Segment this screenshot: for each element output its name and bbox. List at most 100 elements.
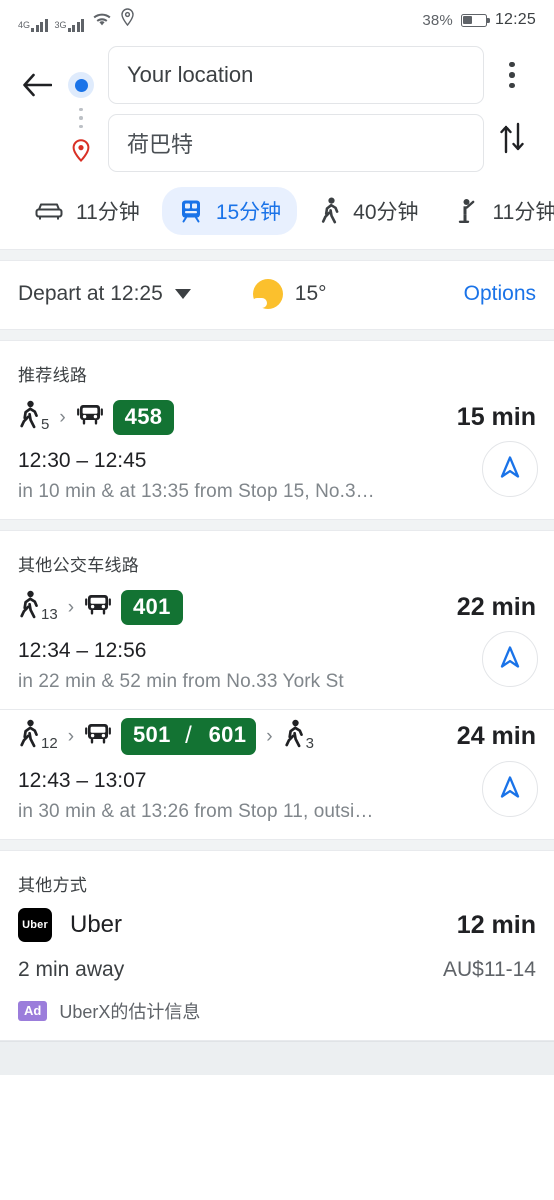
route-detail: in 10 min & at 13:35 from Stop 15, No.3… <box>18 481 375 502</box>
signal-bars-icon-2 <box>67 19 85 32</box>
walk-leg: 13 <box>18 590 58 625</box>
badge-slash-separator: / <box>180 718 197 755</box>
origin-input[interactable]: Your location <box>108 46 484 104</box>
route-times: 12:34 – 12:56 <box>18 639 147 662</box>
tab-rideshare[interactable]: 11分钟 <box>441 187 554 235</box>
status-bar-right: 38% 12:25 <box>422 11 536 29</box>
battery-icon <box>460 13 490 27</box>
transit-line-badge-second: 601 <box>196 718 257 755</box>
header-divider <box>0 249 554 261</box>
walk-icon <box>319 197 341 225</box>
weather-indicator: 15° <box>251 279 327 309</box>
transit-line-badge-first: 501 <box>121 718 181 755</box>
tab-transit[interactable]: 15分钟 <box>161 187 298 235</box>
start-navigation-button[interactable] <box>482 761 538 817</box>
route-detail: in 22 min & 52 min from No.33 York St <box>18 671 344 692</box>
header-actions <box>484 46 540 172</box>
chevron-right-icon: › <box>59 407 66 428</box>
route-duration: 22 min <box>456 593 536 621</box>
section-divider-1 <box>0 329 554 341</box>
route-summary: 13 › 401 22 min <box>18 590 536 625</box>
app-screen: 4G 3G 38% 12:25 Your location 荷巴特 11分钟 1… <box>0 0 554 1200</box>
route-detail: in 30 min & at 13:26 from Stop 11, outsi… <box>18 801 374 822</box>
uber-details-row: 2 min away AU$11-14 <box>0 946 554 982</box>
route-row[interactable]: 5 › 458 15 min 12:30 – 12:45 in 10 min &… <box>0 392 554 519</box>
navigate-arrow-icon <box>498 774 522 805</box>
section-divider-3 <box>0 839 554 851</box>
travel-mode-tabs: 11分钟 15分钟 40分钟 11分钟 <box>0 183 554 249</box>
transit-line-badge: 401 <box>121 590 183 625</box>
section-title-recommended: 推荐线路 <box>18 366 88 385</box>
section-title-other-options: 其他方式 <box>18 876 88 895</box>
route-duration: 15 min <box>456 403 536 431</box>
walk-minutes: 5 <box>41 416 50 433</box>
bus-icon <box>84 592 112 623</box>
network-4g-label: 4G <box>18 20 31 30</box>
route-row[interactable]: 12 › 501 / 601 › 3 24 min 12:43 – 13:07 … <box>0 710 554 839</box>
start-navigation-button[interactable] <box>482 631 538 687</box>
uber-price-range: AU$11-14 <box>442 958 536 981</box>
bus-icon <box>76 402 104 433</box>
route-summary: 12 › 501 / 601 › 3 24 min <box>18 718 536 755</box>
network-3g-indicator: 3G <box>55 19 85 32</box>
section-title-other-bus: 其他公交车线路 <box>18 556 140 575</box>
route-duration: 24 min <box>456 722 536 750</box>
depart-time-selector[interactable]: Depart at 12:25 <box>18 282 191 306</box>
navigate-arrow-icon <box>498 644 522 675</box>
tab-driving[interactable]: 11分钟 <box>18 187 156 235</box>
walk-minutes: 13 <box>41 606 58 623</box>
uber-duration: 12 min <box>456 910 536 939</box>
transit-line-badge: 458 <box>112 400 175 435</box>
route-legs: 12 › 501 / 601 › 3 <box>18 718 314 755</box>
swap-vertical-icon[interactable] <box>497 104 527 172</box>
chevron-right-icon-2: › <box>266 726 273 747</box>
uber-provider-name: Uber <box>70 911 123 938</box>
temperature-label: 15° <box>294 282 327 305</box>
options-button[interactable]: Options <box>464 282 536 306</box>
uber-pickup-eta: 2 min away <box>18 958 125 981</box>
ad-badge: Ad <box>18 1001 48 1021</box>
section-divider-2 <box>0 519 554 531</box>
depart-time-label: Depart at 12:25 <box>18 282 163 305</box>
tab-walking-label: 40分钟 <box>353 201 419 224</box>
ad-disclosure-text: UberX的估计信息 <box>59 1002 201 1022</box>
walk-icon <box>18 400 40 435</box>
chevron-right-icon: › <box>67 597 75 618</box>
uber-ad-disclosure: Ad UberX的估计信息 <box>0 982 554 1040</box>
walk-icon <box>18 590 40 625</box>
more-vertical-icon[interactable] <box>509 46 515 104</box>
route-endpoints <box>60 46 102 173</box>
tab-driving-label: 11分钟 <box>76 201 140 224</box>
wifi-icon <box>91 11 113 32</box>
transit-icon <box>178 198 204 224</box>
navigate-arrow-icon <box>498 454 522 485</box>
route-summary: 5 › 458 15 min <box>18 400 536 435</box>
chevron-right-icon: › <box>67 726 75 747</box>
signal-bars-icon <box>31 19 48 32</box>
route-times: 12:30 – 12:45 <box>18 449 147 472</box>
tab-walking[interactable]: 40分钟 <box>303 187 434 235</box>
uber-option-row[interactable]: Uber Uber 12 min <box>0 902 554 946</box>
back-button[interactable] <box>14 64 60 110</box>
walk-minutes: 12 <box>41 735 58 752</box>
rideshare-icon <box>457 197 481 225</box>
depart-options-bar: Depart at 12:25 15° Options <box>0 261 554 329</box>
destination-input[interactable]: 荷巴特 <box>108 114 484 172</box>
walk-leg: 5 <box>18 400 49 435</box>
status-bar: 4G 3G 38% 12:25 <box>0 0 554 40</box>
sun-cloud-icon <box>251 279 283 309</box>
start-navigation-button[interactable] <box>482 441 538 497</box>
destination-pin-icon <box>69 138 93 173</box>
tab-rideshare-label: 11分钟 <box>492 201 554 224</box>
route-dotted-connector <box>79 98 83 138</box>
tab-transit-label: 15分钟 <box>215 201 282 224</box>
car-icon <box>34 200 64 222</box>
bottom-sheet-area <box>0 1041 554 1075</box>
network-3g-label: 3G <box>54 20 67 30</box>
route-row[interactable]: 13 › 401 22 min 12:34 – 12:56 in 22 min … <box>0 582 554 709</box>
status-bar-left: 4G 3G <box>18 8 135 32</box>
back-arrow-icon <box>22 72 53 103</box>
directions-header: Your location 荷巴特 <box>0 40 554 183</box>
origin-dot-icon <box>68 72 94 98</box>
search-fields: Your location 荷巴特 <box>102 46 484 172</box>
